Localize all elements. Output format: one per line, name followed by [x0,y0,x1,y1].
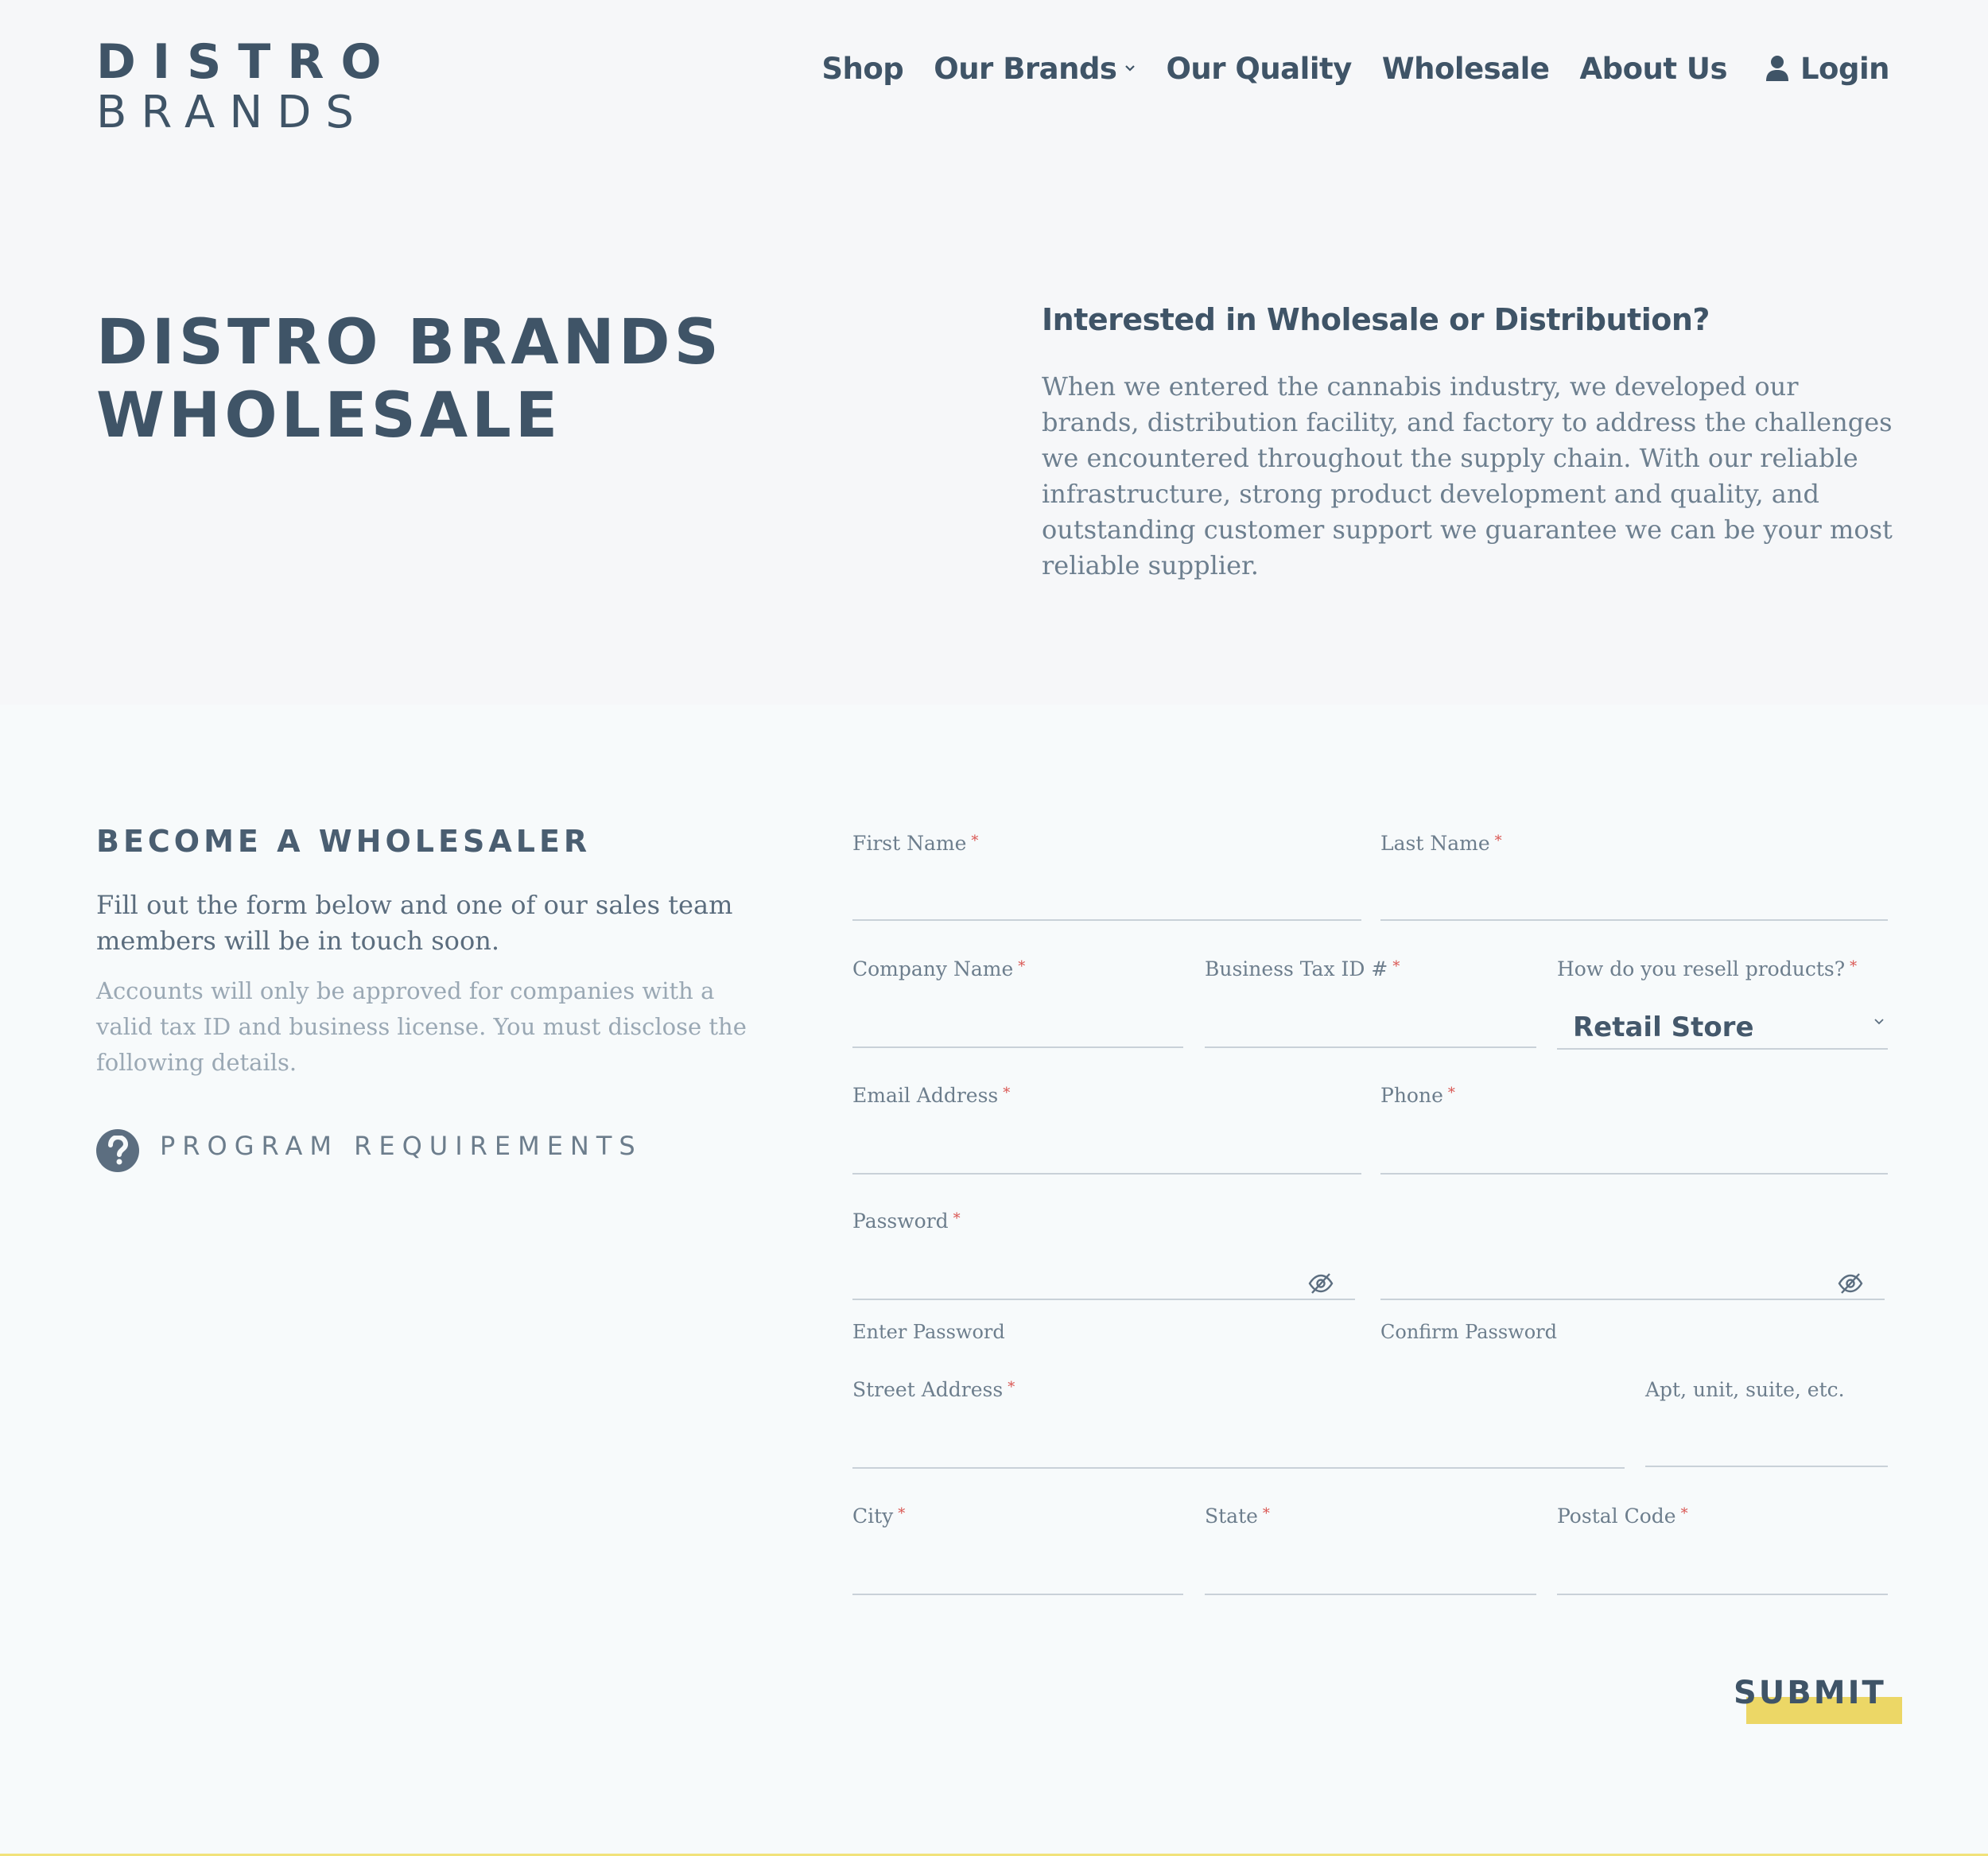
tax-id-input[interactable] [1205,1016,1536,1048]
nav-our-quality[interactable]: Our Quality [1166,52,1352,86]
nav-login[interactable]: Login [1765,51,1890,86]
postal-code-label: Postal Code * [1557,1505,1688,1528]
page-title-line-1: DISTRO BRANDS [96,307,723,379]
nav-our-brands-label: Our Brands [934,51,1117,86]
password-input[interactable] [852,1268,1355,1300]
tax-id-field: Business Tax ID # * [1205,957,1536,1048]
postal-code-field: Postal Code * [1557,1505,1888,1595]
phone-input[interactable] [1380,1143,1888,1175]
nav-about-us[interactable]: About Us [1579,52,1727,86]
nav-login-label: Login [1800,51,1890,86]
submit-button[interactable]: SUBMIT [1734,1675,1904,1724]
state-field: State * [1205,1505,1536,1595]
confirm-password-helper: Confirm Password [1380,1321,1557,1343]
email-field: Email Address * [852,1084,1361,1175]
submit-label: SUBMIT [1734,1675,1886,1711]
page-title: DISTRO BRANDS WHOLESALE [96,306,891,452]
confirm-password-field: Confirm Password [1380,1210,1885,1353]
program-requirements-link[interactable]: PROGRAM REQUIREMENTS [96,1129,643,1172]
chevron-down-icon [1874,1019,1884,1025]
logo-line-brands: BRANDS [96,87,368,138]
resell-method-field: How do you resell products? * Retail Stor… [1557,957,1888,1053]
user-icon [1765,56,1788,81]
form-section-intro: Fill out the form below and one of our s… [96,890,733,956]
postal-code-input[interactable] [1557,1563,1888,1595]
nav-shop[interactable]: Shop [821,52,903,86]
apt-label: Apt, unit, suite, etc. [1645,1378,1845,1401]
state-input[interactable] [1205,1563,1536,1595]
form-section-title: BECOME A WHOLESALER [96,824,592,859]
city-field: City * [852,1505,1183,1595]
city-label: City * [852,1505,906,1528]
apt-field: Apt, unit, suite, etc. [1645,1378,1888,1467]
enter-password-helper: Enter Password [852,1321,1005,1343]
logo[interactable]: DISTRO BRANDS [96,34,398,138]
last-name-label: Last Name * [1380,832,1502,855]
resell-method-select[interactable]: Retail Store [1557,1000,1888,1050]
nav-our-brands[interactable]: Our Brands [934,52,1136,86]
chevron-down-icon [1125,65,1136,72]
last-name-input[interactable] [1380,889,1888,921]
phone-label: Phone * [1380,1084,1455,1107]
company-name-input[interactable] [852,1016,1183,1048]
first-name-input[interactable] [852,889,1361,921]
email-label: Email Address * [852,1084,1011,1107]
hero-body: When we entered the cannabis industry, w… [1042,371,1893,580]
resell-method-label: How do you resell products? * [1557,957,1858,980]
street-address-field: Street Address * [852,1378,1625,1469]
hero-subtitle: Interested in Wholesale or Distribution? [1042,302,1710,337]
first-name-field: First Name * [852,832,1361,921]
email-input[interactable] [852,1143,1361,1175]
tax-id-label: Business Tax ID # * [1205,957,1400,980]
city-input[interactable] [852,1563,1183,1595]
eye-off-icon[interactable] [1307,1272,1334,1295]
program-requirements-label: PROGRAM REQUIREMENTS [160,1131,643,1161]
street-address-input[interactable] [852,1437,1625,1469]
logo-line-distro: DISTRO [96,34,398,90]
form-section-note: Accounts will only be approved for compa… [96,977,747,1076]
phone-field: Phone * [1380,1084,1888,1175]
wholesaler-form-section: BECOME A WHOLESALER Fill out the form be… [0,705,1988,1856]
first-name-label: First Name * [852,832,979,855]
company-name-field: Company Name * [852,957,1183,1048]
confirm-password-input[interactable] [1380,1268,1885,1300]
street-address-label: Street Address * [852,1378,1015,1401]
resell-method-value: Retail Store [1573,1011,1754,1043]
page-title-line-2: WHOLESALE [96,380,562,452]
apt-input[interactable] [1645,1435,1888,1467]
nav-wholesale[interactable]: Wholesale [1382,52,1550,86]
eye-off-icon[interactable] [1837,1272,1864,1295]
company-name-label: Company Name * [852,957,1026,980]
password-label: Password * [852,1210,961,1233]
last-name-field: Last Name * [1380,832,1888,921]
main-nav: Shop Our Brands Our Quality Wholesale Ab… [791,46,1889,91]
state-label: State * [1205,1505,1270,1528]
question-circle-icon [96,1129,139,1172]
password-field: Password * Enter Password [852,1210,1355,1353]
